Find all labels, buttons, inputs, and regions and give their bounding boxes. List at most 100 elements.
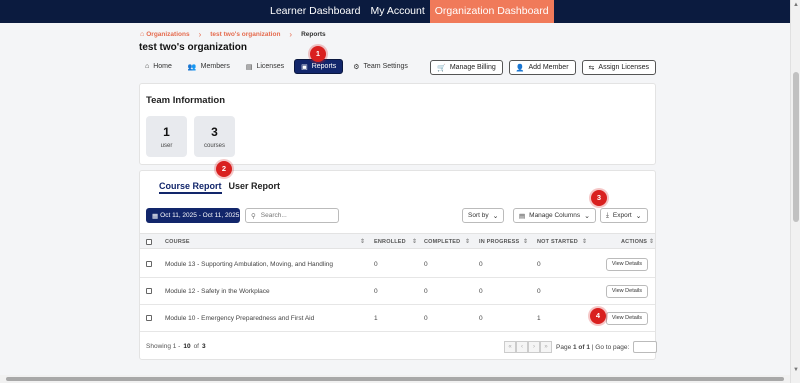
breadcrumb: ⌂ Organizations › test two's organizatio… — [140, 30, 326, 39]
gear-icon: ⚙ — [353, 63, 360, 71]
cell-enrolled: 1 — [374, 315, 378, 322]
scroll-up-icon[interactable]: ▲ — [793, 2, 799, 8]
row-checkbox[interactable] — [146, 261, 152, 267]
cell-not-started: 0 — [537, 261, 541, 268]
next-page-button[interactable]: › — [528, 341, 540, 353]
date-range-button[interactable]: ▦ Oct 11, 2025 - Oct 11, 2025 — [146, 208, 240, 223]
download-icon: ⤓ — [606, 211, 609, 219]
tab-members[interactable]: 👥 Members — [182, 59, 236, 74]
go-to-label: | Go to page: — [591, 343, 630, 351]
chevron-down-icon: ⌄ — [635, 212, 642, 220]
chevron-right-icon: › — [289, 30, 293, 39]
column-header-actions: ACTIONS — [621, 239, 648, 245]
search-input[interactable] — [260, 212, 331, 219]
sort-by-dropdown[interactable]: Sort by ⌄ — [462, 208, 505, 223]
sort-icon[interactable]: ⇕ — [523, 238, 528, 245]
sort-icon[interactable]: ⇕ — [412, 238, 417, 245]
cell-course: Module 12 - Safety in the Workplace — [165, 288, 270, 295]
prev-page-button[interactable]: ‹ — [516, 341, 528, 353]
column-header-course[interactable]: COURSE — [165, 239, 190, 245]
cell-not-started: 0 — [537, 288, 541, 295]
stat-label: user — [160, 143, 173, 149]
users-icon: 👥 — [187, 63, 197, 71]
breadcrumb-org[interactable]: test two's organization — [210, 31, 280, 38]
view-details-button[interactable]: View Details — [605, 285, 648, 298]
export-dropdown[interactable]: ⤓ Export ⌄ — [600, 208, 648, 223]
home-icon: ⌂ — [145, 63, 150, 70]
report-tabs: Course Report User Report — [159, 181, 280, 194]
horizontal-scrollbar[interactable] — [0, 375, 790, 383]
last-page-button[interactable]: » — [540, 341, 552, 353]
cell-completed: 0 — [424, 261, 428, 268]
stat-value: 1 — [163, 125, 170, 139]
manage-columns-dropdown[interactable]: ▤ Manage Columns ⌄ — [513, 208, 596, 223]
tab-label: Home — [153, 63, 172, 70]
select-all-checkbox[interactable] — [146, 239, 152, 245]
view-details-button[interactable]: View Details — [605, 312, 648, 325]
nav-learner-dashboard[interactable]: Learner Dashboard — [265, 0, 365, 23]
breadcrumb-organizations[interactable]: ⌂ Organizations — [140, 31, 190, 38]
chevron-right-icon: › — [198, 30, 202, 39]
stat-courses: 3 courses — [194, 116, 235, 157]
column-header-in-progress[interactable]: IN PROGRESS — [479, 239, 519, 245]
tab-licenses[interactable]: ▤ Licenses — [240, 59, 290, 74]
assign-licenses-button[interactable]: ⇆ Assign Licenses — [581, 60, 656, 75]
scrollbar-thumb[interactable] — [793, 72, 799, 222]
table-row: Module 13 - Supporting Ambulation, Movin… — [140, 251, 655, 278]
search-icon: ⚲ — [251, 212, 256, 220]
user-plus-icon: 👤 — [515, 64, 525, 72]
table-header: COURSE ⇕ ENROLLED ⇕ COMPLETED ⇕ IN PROGR… — [140, 233, 655, 249]
cell-completed: 0 — [424, 315, 428, 322]
page-title: test two's organization — [139, 42, 247, 53]
manage-billing-button[interactable]: 🛒 Manage Billing — [430, 60, 503, 75]
go-to-page-input[interactable] — [633, 341, 658, 353]
column-header-completed[interactable]: COMPLETED — [424, 239, 460, 245]
table-row: Module 10 - Emergency Preparedness and F… — [140, 305, 655, 332]
nav-my-account[interactable]: My Account — [365, 0, 429, 23]
cell-enrolled: 0 — [374, 288, 378, 295]
first-page-button[interactable]: « — [504, 341, 516, 353]
home-icon: ⌂ — [140, 31, 145, 38]
view-details-button[interactable]: View Details — [605, 258, 648, 271]
tab-home[interactable]: ⌂ Home — [139, 59, 178, 74]
showing-label: Showing 1 - — [146, 343, 181, 350]
step-marker-2: 2 — [216, 161, 232, 177]
chart-icon: ▣ — [301, 63, 308, 71]
add-member-button[interactable]: 👤 Add Member — [508, 60, 576, 75]
columns-icon: ▤ — [519, 212, 526, 220]
top-navbar: Learner Dashboard My Account Organizatio… — [0, 0, 790, 23]
page-current: 1 of 1 — [573, 343, 590, 351]
sort-icon[interactable]: ⇕ — [582, 238, 587, 245]
team-information-card: Team Information 1 user 3 courses — [139, 83, 656, 165]
tab-course-report[interactable]: Course Report — [159, 181, 222, 194]
vertical-scrollbar[interactable]: ▲ ▼ — [790, 0, 800, 383]
manage-columns-label: Manage Columns — [529, 212, 581, 219]
sort-icon[interactable]: ⇕ — [360, 238, 365, 245]
nav-organization-dashboard[interactable]: Organization Dashboard — [429, 0, 554, 23]
row-checkbox[interactable] — [146, 288, 152, 294]
total-count: 3 — [201, 343, 206, 350]
stat-users: 1 user — [146, 116, 187, 157]
sort-icon[interactable]: ⇕ — [465, 238, 470, 245]
tab-team-settings[interactable]: ⚙ Team Settings — [347, 59, 414, 74]
document-icon: ▤ — [245, 63, 253, 71]
team-information-title: Team Information — [146, 95, 225, 106]
calendar-icon: ▦ — [152, 212, 159, 220]
sort-icon[interactable]: ⇕ — [649, 238, 654, 245]
page-info: Page 1 of 1 | Go to page: — [556, 344, 629, 351]
date-range-label: Oct 11, 2025 - Oct 11, 2025 — [160, 212, 240, 219]
column-header-enrolled[interactable]: ENROLLED — [374, 239, 406, 245]
row-checkbox[interactable] — [146, 315, 152, 321]
scroll-down-icon[interactable]: ▼ — [793, 367, 799, 373]
breadcrumb-current: Reports — [301, 31, 326, 38]
pagination-summary: Showing 1 - 10 of 3 — [146, 343, 206, 350]
tab-user-report[interactable]: User Report — [229, 181, 281, 194]
cell-in-progress: 0 — [479, 315, 483, 322]
sort-by-label: Sort by — [468, 212, 489, 219]
chevron-down-icon: ⌄ — [584, 212, 590, 220]
scrollbar-thumb[interactable] — [6, 377, 784, 381]
table-row: Module 12 - Safety in the Workplace 0 0 … — [140, 278, 655, 305]
page-size-value[interactable]: 10 — [183, 343, 190, 350]
button-label: Manage Billing — [449, 64, 496, 71]
column-header-not-started[interactable]: NOT STARTED — [537, 239, 578, 245]
